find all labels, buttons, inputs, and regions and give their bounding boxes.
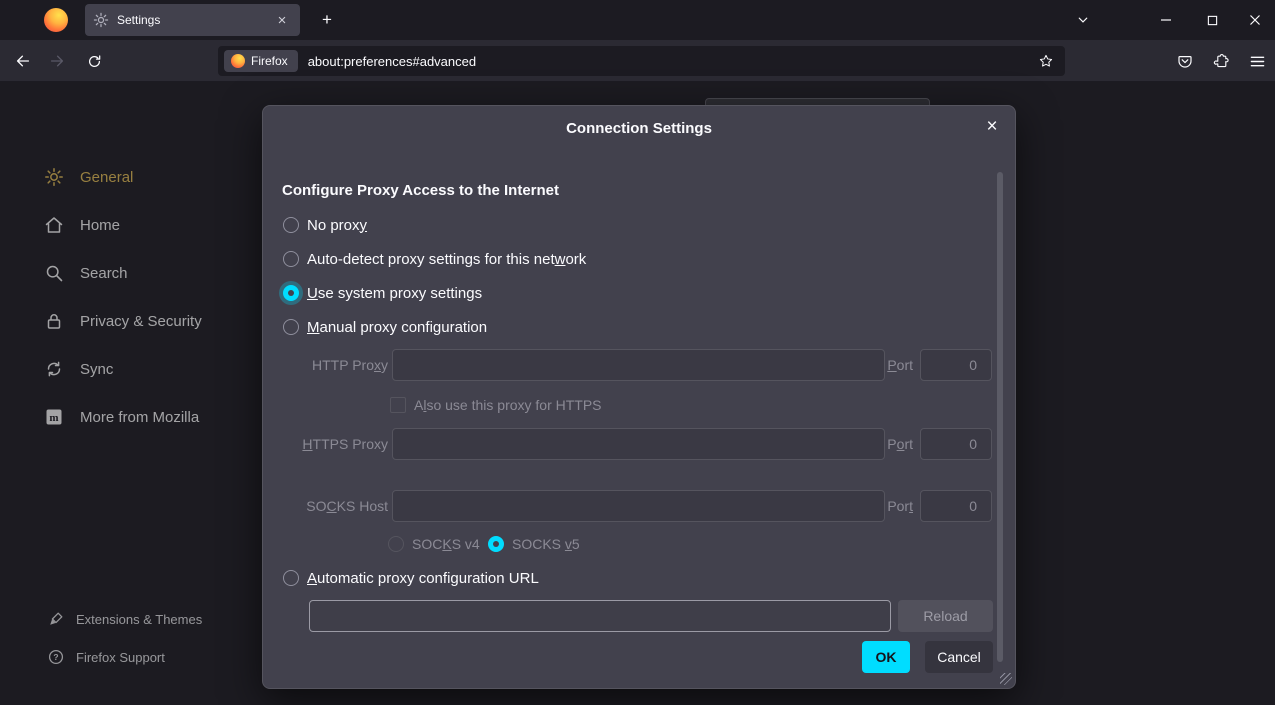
bookmark-star-icon[interactable]: [1033, 48, 1059, 74]
dialog-scrollbar[interactable]: [997, 172, 1003, 672]
reload-button[interactable]: [80, 47, 108, 75]
dialog-heading: Configure Proxy Access to the Internet: [282, 182, 559, 199]
socks-host-label: SOCKS Host: [278, 490, 388, 522]
checkbox-label: Also use this proxy for HTTPS: [414, 397, 602, 413]
http-port-label: Port: [863, 349, 913, 381]
radio-label: No proxy: [307, 217, 367, 234]
forward-button[interactable]: [44, 47, 72, 75]
window-minimize-button[interactable]: [1143, 0, 1189, 40]
radio-label: Use system proxy settings: [307, 285, 482, 302]
radio-socks-v5: SOCKS v5: [488, 532, 580, 556]
dialog-close-icon[interactable]: ×: [979, 114, 1005, 140]
cancel-button[interactable]: Cancel: [925, 641, 993, 673]
socks-port-input: [920, 490, 992, 522]
identity-chip[interactable]: Firefox: [224, 50, 298, 72]
url-text[interactable]: about:preferences#advanced: [308, 54, 1033, 69]
radio-circle[interactable]: [283, 285, 299, 301]
radio-circle: [388, 536, 404, 552]
dialog-title: Connection Settings: [263, 120, 1015, 137]
identity-chip-label: Firefox: [251, 54, 288, 68]
firefox-logo-icon: [231, 54, 245, 68]
radio-label: SOCKS v5: [512, 536, 580, 552]
reload-proxy-button: Reload: [898, 600, 993, 632]
radio-label: Manual proxy configuration: [307, 319, 487, 336]
url-bar[interactable]: Firefox about:preferences#advanced: [218, 46, 1065, 76]
list-tabs-chevron-icon[interactable]: [1068, 6, 1098, 34]
http-proxy-label: HTTP Proxy: [278, 349, 388, 381]
navigation-toolbar: Firefox about:preferences#advanced: [0, 40, 1275, 82]
radio-socks-v4: SOCKS v4: [388, 532, 480, 556]
http-proxy-input: [392, 349, 885, 381]
settings-favicon-gear-icon: [93, 12, 109, 28]
radio-circle[interactable]: [283, 217, 299, 233]
automatic-proxy-url-input[interactable]: [309, 600, 891, 632]
window-close-button[interactable]: [1235, 0, 1275, 40]
radio-label: SOCKS v4: [412, 536, 480, 552]
radio-circle[interactable]: [283, 570, 299, 586]
firefox-view-icon[interactable]: [44, 8, 68, 32]
socks-host-input: [392, 490, 885, 522]
resize-grip[interactable]: [1000, 673, 1012, 685]
tab-bar: Settings × +: [0, 0, 1275, 40]
radio-circle: [488, 536, 504, 552]
tab-close-icon[interactable]: ×: [272, 10, 292, 30]
window-maximize-button[interactable]: [1189, 0, 1235, 40]
extensions-icon[interactable]: [1207, 47, 1235, 75]
radio-label: Automatic proxy configuration URL: [307, 570, 539, 587]
radio-manual-proxy[interactable]: Manual proxy configuration: [283, 315, 487, 339]
https-port-label: Port: [863, 428, 913, 460]
back-button[interactable]: [8, 47, 36, 75]
menu-hamburger-icon[interactable]: [1243, 47, 1271, 75]
tab-title: Settings: [117, 13, 264, 27]
pocket-icon[interactable]: [1171, 47, 1199, 75]
connection-settings-dialog: Connection Settings × Configure Proxy Ac…: [262, 105, 1016, 689]
radio-circle[interactable]: [283, 251, 299, 267]
ok-button[interactable]: OK: [862, 641, 910, 673]
new-tab-button[interactable]: +: [313, 6, 341, 34]
https-proxy-input: [392, 428, 885, 460]
radio-auto-detect-proxy[interactable]: Auto-detect proxy settings for this netw…: [283, 247, 586, 271]
https-port-input: [920, 428, 992, 460]
https-proxy-label: HTTPS Proxy: [278, 428, 388, 460]
checkbox: [390, 397, 406, 413]
also-use-https-checkbox-row: Also use this proxy for HTTPS: [390, 393, 602, 417]
http-port-input: [920, 349, 992, 381]
radio-circle[interactable]: [283, 319, 299, 335]
radio-automatic-proxy-url[interactable]: Automatic proxy configuration URL: [283, 566, 539, 590]
tab-settings[interactable]: Settings ×: [85, 4, 300, 36]
radio-label: Auto-detect proxy settings for this netw…: [307, 251, 586, 268]
radio-no-proxy[interactable]: No proxy: [283, 213, 367, 237]
scrollbar-thumb[interactable]: [997, 172, 1003, 662]
radio-use-system-proxy[interactable]: Use system proxy settings: [283, 281, 482, 305]
socks-port-label: Port: [863, 490, 913, 522]
